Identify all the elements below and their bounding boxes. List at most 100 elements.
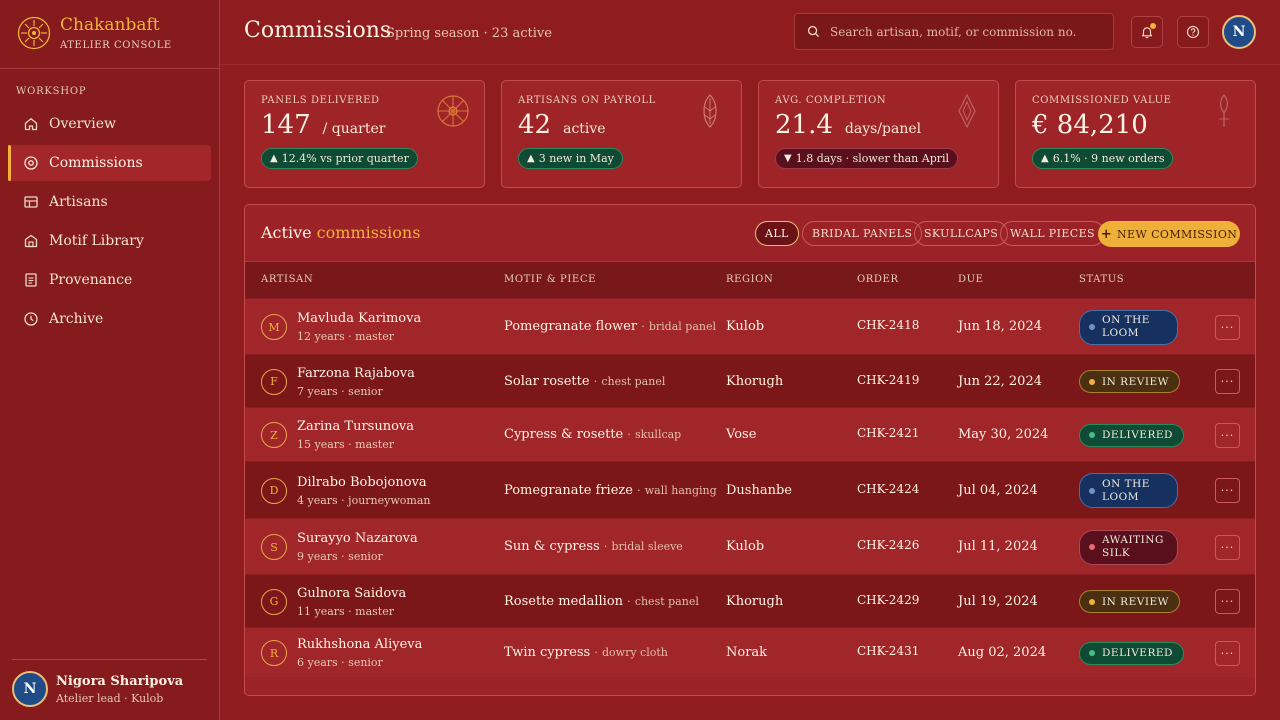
column-header-region[interactable]: REGION xyxy=(726,274,773,285)
piece-type: skullcap xyxy=(635,428,682,441)
column-header-artisan[interactable]: ARTISAN xyxy=(261,274,313,285)
status-dot xyxy=(1089,487,1095,494)
sidebar-item-commissions[interactable]: Commissions xyxy=(8,145,211,181)
artisan-avatar: S xyxy=(261,534,287,560)
table-row[interactable]: G Gulnora Saidova 11 years · master Rose… xyxy=(245,574,1255,627)
motif-name: Pomegranate frieze xyxy=(504,482,633,498)
row-more-button[interactable]: ··· xyxy=(1215,314,1240,340)
sidebar-item-artisans[interactable]: Artisans xyxy=(8,184,211,220)
table-row[interactable]: R Rukhshona Aliyeva 6 years · senior Twi… xyxy=(245,627,1255,677)
piece-type-prefix: · xyxy=(637,483,641,497)
order-number[interactable]: CHK-2429 xyxy=(857,593,919,607)
order-number[interactable]: CHK-2431 xyxy=(857,644,919,658)
notifications-button[interactable] xyxy=(1131,16,1163,48)
kpi-delta-badge: ▲ 6.1% · 9 new orders xyxy=(1032,148,1174,169)
table-title: Active commissions xyxy=(261,223,420,242)
diamond-ornament-icon xyxy=(958,94,976,128)
piece-type: bridal sleeve xyxy=(611,540,683,553)
table-row[interactable]: M Mavluda Karimova 12 years · master Pom… xyxy=(245,298,1255,354)
search-box[interactable] xyxy=(794,13,1114,50)
table-row[interactable]: S Surayyo Nazarova 9 years · senior Sun … xyxy=(245,518,1255,574)
order-number[interactable]: CHK-2424 xyxy=(857,482,919,496)
motif-piece: Sun & cypress · bridal sleeve xyxy=(504,539,683,554)
filter-chip-skullcaps[interactable]: SKULLCAPS xyxy=(914,221,1009,246)
region: Khorugh xyxy=(726,593,784,609)
due-date: Jul 04, 2024 xyxy=(958,482,1038,498)
user-profile[interactable]: N Nigora Sharipova Atelier lead · Kulob xyxy=(12,671,183,707)
kpi-card-artisans: ARTISANS ON PAYROLL 42 active ▲ 3 new in… xyxy=(501,80,742,188)
motif-piece: Pomegranate flower · bridal panel xyxy=(504,319,716,334)
row-more-button[interactable]: ··· xyxy=(1215,478,1240,503)
piece-type-prefix: · xyxy=(603,540,608,553)
kpi-delta-text: 3 new in May xyxy=(538,152,614,165)
piece-type-prefix: · xyxy=(594,646,598,659)
artisan-meta: 9 years · senior xyxy=(297,550,383,563)
due-date: Jun 22, 2024 xyxy=(958,373,1042,389)
status-label: IN REVIEW xyxy=(1102,595,1169,608)
order-number[interactable]: CHK-2418 xyxy=(857,318,919,332)
sidebar-item-label: Motif Library xyxy=(49,233,144,249)
artisan-name[interactable]: Dilrabo Bobojonova xyxy=(297,475,427,490)
help-button[interactable] xyxy=(1177,16,1209,48)
table-row[interactable]: Z Zarina Tursunova 15 years · master Cyp… xyxy=(245,407,1255,461)
filter-chip-all[interactable]: ALL xyxy=(755,221,799,246)
filter-chip-bridal-panels[interactable]: BRIDAL PANELS xyxy=(802,221,923,246)
profile-name: Nigora Sharipova xyxy=(56,673,184,689)
motif-piece: Pomegranate frieze · wall hanging xyxy=(504,483,717,498)
table-title-prefix: Active xyxy=(261,223,312,242)
more-dots-icon: ··· xyxy=(1220,646,1235,660)
order-number[interactable]: CHK-2421 xyxy=(857,426,919,440)
motif-piece: Cypress & rosette · skullcap xyxy=(504,427,681,442)
column-header-order[interactable]: ORDER xyxy=(857,274,899,285)
search-input[interactable] xyxy=(830,24,1100,39)
artisan-name[interactable]: Mavluda Karimova xyxy=(297,311,421,326)
status-badge: DELIVERED xyxy=(1079,641,1184,665)
order-number[interactable]: CHK-2419 xyxy=(857,373,919,387)
row-more-button[interactable]: ··· xyxy=(1215,369,1240,394)
row-more-button[interactable]: ··· xyxy=(1215,640,1240,666)
column-header-status[interactable]: STATUS xyxy=(1079,274,1124,285)
motif-piece: Rosette medallion · chest panel xyxy=(504,594,699,609)
column-header-due[interactable]: DUE xyxy=(958,274,984,285)
sidebar-item-overview[interactable]: Overview xyxy=(8,106,211,142)
grid-icon xyxy=(23,194,39,210)
order-number[interactable]: CHK-2426 xyxy=(857,538,919,552)
column-header-motif[interactable]: MOTIF & PIECE xyxy=(504,274,596,285)
status-label: ON THE LOOM xyxy=(1102,314,1150,339)
table-row[interactable]: D Dilrabo Bobojonova 4 years · journeywo… xyxy=(245,461,1255,518)
sidebar-item-provenance[interactable]: Provenance xyxy=(8,262,211,298)
artisan-name[interactable]: Rukhshona Aliyeva xyxy=(297,637,422,652)
table-row[interactable]: F Farzona Rajabova 7 years · senior Sola… xyxy=(245,354,1255,407)
artisan-name[interactable]: Surayyo Nazarova xyxy=(297,531,418,546)
brand[interactable]: Chakanbaft ATELIER CONSOLE xyxy=(17,15,172,51)
header-avatar[interactable]: N xyxy=(1222,15,1256,49)
artisan-avatar: R xyxy=(261,640,287,666)
status-badge: ON THE LOOM xyxy=(1079,309,1178,345)
sidebar-item-archive[interactable]: Archive xyxy=(8,301,211,337)
document-icon xyxy=(23,272,39,288)
status-badge: ON THE LOOM xyxy=(1079,473,1178,508)
status-badge: AWAITING SILK xyxy=(1079,529,1178,565)
status-dot xyxy=(1089,378,1095,385)
artisan-name[interactable]: Zarina Tursunova xyxy=(297,419,414,434)
sidebar-item-motif-library[interactable]: Motif Library xyxy=(8,223,211,259)
artisan-avatar: F xyxy=(261,368,287,395)
due-date: Jun 18, 2024 xyxy=(958,319,1042,334)
status-badge: DELIVERED xyxy=(1079,423,1184,447)
kpi-value: 42 xyxy=(518,110,552,140)
trend-up-icon: ▲ xyxy=(1041,153,1049,164)
plus-icon: + xyxy=(1100,226,1113,242)
row-more-button[interactable]: ··· xyxy=(1215,422,1240,448)
artisan-avatar: G xyxy=(261,588,287,615)
new-commission-button[interactable]: + NEW COMMISSION xyxy=(1098,221,1240,247)
artisan-name[interactable]: Gulnora Saidova xyxy=(297,586,406,601)
row-more-button[interactable]: ··· xyxy=(1215,534,1240,560)
kpi-delta-badge: ▲ 3 new in May xyxy=(518,148,623,169)
status-dot xyxy=(1089,650,1095,656)
search-icon xyxy=(807,25,820,38)
filter-chip-wall-pieces[interactable]: WALL PIECES xyxy=(1000,221,1105,246)
row-more-button[interactable]: ··· xyxy=(1215,589,1240,614)
artisan-name[interactable]: Farzona Rajabova xyxy=(297,366,415,381)
table-header: ARTISAN MOTIF & PIECE REGION ORDER DUE S… xyxy=(245,261,1255,298)
trend-down-icon: ▼ xyxy=(784,153,792,164)
